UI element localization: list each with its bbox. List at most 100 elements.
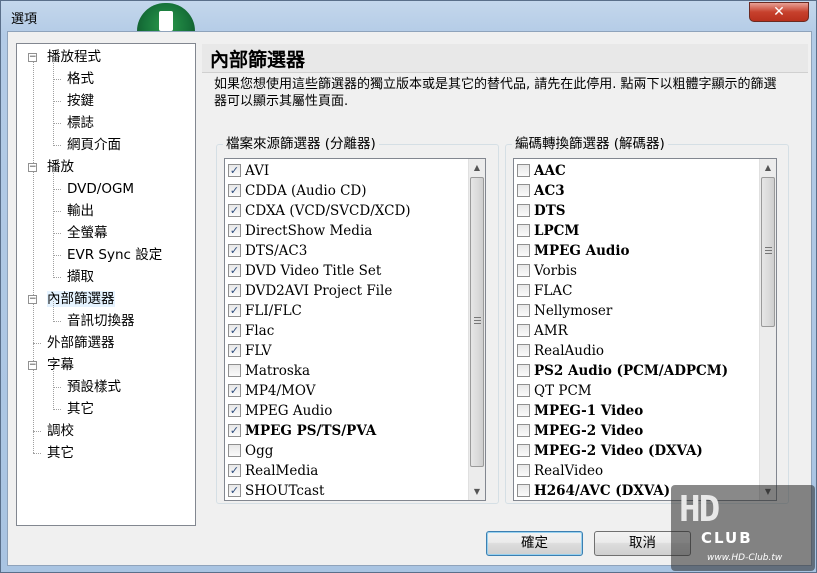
collapse-toggle-icon[interactable]: − bbox=[28, 163, 37, 172]
ok-button[interactable]: 確定 bbox=[486, 531, 583, 556]
filter-list-item[interactable]: ✓ SHOUTcast bbox=[225, 481, 465, 500]
filter-list-item[interactable]: MPEG-2 Video bbox=[514, 421, 754, 441]
checkbox-checked-icon[interactable]: ✓ bbox=[228, 424, 241, 437]
filter-list-item[interactable]: ✓ CDDA (Audio CD) bbox=[225, 181, 465, 201]
checkbox-unchecked-icon[interactable] bbox=[517, 324, 530, 337]
checkbox-unchecked-icon[interactable] bbox=[517, 464, 530, 477]
options-tree[interactable]: 播放程式 − 格式 按鍵 標誌 網頁介面 播放 − DVD/OGM 輸出 全螢幕 EVR Sync 設… bbox=[16, 43, 196, 526]
scroll-thumb[interactable] bbox=[470, 177, 484, 467]
checkbox-unchecked-icon[interactable] bbox=[517, 284, 530, 297]
filter-list-item[interactable]: Nellymoser bbox=[514, 301, 754, 321]
tree-item[interactable]: DVD/OGM bbox=[67, 179, 134, 199]
filter-list-item[interactable]: ✓ CDXA (VCD/SVCD/XCD) bbox=[225, 201, 465, 221]
filter-list-item[interactable]: ✓ DTS/AC3 bbox=[225, 241, 465, 261]
filter-list-item[interactable]: ✓ FLI/FLC bbox=[225, 301, 465, 321]
tree-item[interactable]: 其它 bbox=[47, 443, 74, 463]
filter-list-item[interactable]: Vorbis bbox=[514, 261, 754, 281]
scroll-up-arrow-icon[interactable]: ▲ bbox=[760, 159, 776, 176]
tree-item[interactable]: 格式 bbox=[67, 69, 94, 89]
filter-list-item[interactable]: MPEG-1 Video bbox=[514, 401, 754, 421]
checkbox-unchecked-icon[interactable] bbox=[517, 164, 530, 177]
filter-list-item[interactable]: PS2 Audio (PCM/ADPCM) bbox=[514, 361, 754, 381]
source-filters-list[interactable]: ✓ SHOUTcast ✓ RealMedia Ogg ✓ MPEG PS/TS/PVA ✓ M… bbox=[224, 158, 486, 501]
tree-item[interactable]: 標誌 bbox=[67, 113, 94, 133]
checkbox-checked-icon[interactable]: ✓ bbox=[228, 244, 241, 257]
filter-list-item[interactable]: DTS bbox=[514, 201, 754, 221]
tree-item[interactable]: 擷取 bbox=[67, 267, 94, 287]
filter-list-item[interactable]: ✓ MP4/MOV bbox=[225, 381, 465, 401]
close-button[interactable]: ✕ bbox=[749, 2, 809, 22]
scroll-down-arrow-icon[interactable]: ▼ bbox=[469, 483, 485, 500]
checkbox-checked-icon[interactable]: ✓ bbox=[228, 224, 241, 237]
tree-item[interactable]: 全螢幕 bbox=[67, 223, 108, 243]
transform-filters-list[interactable]: H264/AVC (DXVA) RealVideo MPEG-2 Video (DX… bbox=[513, 158, 777, 501]
checkbox-unchecked-icon[interactable] bbox=[517, 404, 530, 417]
filter-list-item[interactable]: QT PCM bbox=[514, 381, 754, 401]
collapse-toggle-icon[interactable]: − bbox=[28, 53, 37, 62]
filter-list-item[interactable]: ✓ DirectShow Media bbox=[225, 221, 465, 241]
filter-list-item[interactable]: ✓ DVD Video Title Set bbox=[225, 261, 465, 281]
filter-list-item[interactable]: AAC bbox=[514, 161, 754, 181]
checkbox-unchecked-icon[interactable] bbox=[517, 364, 530, 377]
checkbox-unchecked-icon[interactable] bbox=[517, 224, 530, 237]
checkbox-unchecked-icon[interactable] bbox=[517, 264, 530, 277]
collapse-toggle-icon[interactable]: − bbox=[28, 295, 37, 304]
filter-list-item[interactable]: ✓ AVI bbox=[225, 161, 465, 181]
checkbox-checked-icon[interactable]: ✓ bbox=[228, 284, 241, 297]
checkbox-checked-icon[interactable]: ✓ bbox=[228, 164, 241, 177]
tree-item[interactable]: 字幕 bbox=[47, 355, 74, 375]
source-list-scrollbar[interactable]: ▲ ▼ bbox=[468, 159, 485, 500]
tree-item[interactable]: 網頁介面 bbox=[67, 135, 121, 155]
filter-list-item[interactable]: AC3 bbox=[514, 181, 754, 201]
filter-list-item[interactable]: ✓ MPEG PS/TS/PVA bbox=[225, 421, 465, 441]
tree-item[interactable]: 外部篩選器 bbox=[47, 333, 115, 353]
filter-list-item[interactable]: ✓ DVD2AVI Project File bbox=[225, 281, 465, 301]
checkbox-checked-icon[interactable]: ✓ bbox=[228, 384, 241, 397]
tree-item[interactable]: 預設樣式 bbox=[67, 377, 121, 397]
filter-list-item[interactable]: AMR bbox=[514, 321, 754, 341]
checkbox-unchecked-icon[interactable] bbox=[517, 304, 530, 317]
checkbox-unchecked-icon[interactable] bbox=[517, 484, 530, 497]
filter-list-item[interactable]: MPEG Audio bbox=[514, 241, 754, 261]
checkbox-unchecked-icon[interactable] bbox=[517, 204, 530, 217]
filter-list-item[interactable]: Matroska bbox=[225, 361, 465, 381]
tree-item[interactable]: 播放 bbox=[47, 157, 74, 177]
checkbox-checked-icon[interactable]: ✓ bbox=[228, 484, 241, 497]
filter-list-item[interactable]: Ogg bbox=[225, 441, 465, 461]
tree-item[interactable]: 其它 bbox=[67, 399, 94, 419]
filter-list-item[interactable]: LPCM bbox=[514, 221, 754, 241]
transform-list-scrollbar[interactable]: ▲ ▼ bbox=[759, 159, 776, 500]
filter-list-item[interactable]: ✓ FLV bbox=[225, 341, 465, 361]
tree-item[interactable]: 內部篩選器 bbox=[47, 289, 115, 309]
checkbox-checked-icon[interactable]: ✓ bbox=[228, 304, 241, 317]
checkbox-unchecked-icon[interactable] bbox=[228, 364, 241, 377]
checkbox-checked-icon[interactable]: ✓ bbox=[228, 344, 241, 357]
checkbox-checked-icon[interactable]: ✓ bbox=[228, 464, 241, 477]
checkbox-checked-icon[interactable]: ✓ bbox=[228, 184, 241, 197]
tree-item[interactable]: 按鍵 bbox=[67, 91, 94, 111]
checkbox-unchecked-icon[interactable] bbox=[517, 444, 530, 457]
scroll-thumb[interactable] bbox=[761, 177, 775, 327]
tree-item[interactable]: 輸出 bbox=[67, 201, 94, 221]
filter-list-item[interactable]: RealVideo bbox=[514, 461, 754, 481]
checkbox-checked-icon[interactable]: ✓ bbox=[228, 324, 241, 337]
checkbox-unchecked-icon[interactable] bbox=[228, 444, 241, 457]
checkbox-unchecked-icon[interactable] bbox=[517, 424, 530, 437]
checkbox-unchecked-icon[interactable] bbox=[517, 244, 530, 257]
checkbox-checked-icon[interactable]: ✓ bbox=[228, 264, 241, 277]
tree-item[interactable]: 調校 bbox=[47, 421, 74, 441]
scroll-up-arrow-icon[interactable]: ▲ bbox=[469, 159, 485, 176]
checkbox-checked-icon[interactable]: ✓ bbox=[228, 204, 241, 217]
checkbox-checked-icon[interactable]: ✓ bbox=[228, 404, 241, 417]
checkbox-unchecked-icon[interactable] bbox=[517, 384, 530, 397]
tree-item[interactable]: 音訊切換器 bbox=[67, 311, 135, 331]
filter-list-item[interactable]: ✓ MPEG Audio bbox=[225, 401, 465, 421]
filter-list-item[interactable]: MPEG-2 Video (DXVA) bbox=[514, 441, 754, 461]
filter-list-item[interactable]: FLAC bbox=[514, 281, 754, 301]
filter-list-item[interactable]: RealAudio bbox=[514, 341, 754, 361]
filter-list-item[interactable]: ✓ RealMedia bbox=[225, 461, 465, 481]
tree-item[interactable]: 播放程式 bbox=[47, 47, 101, 67]
checkbox-unchecked-icon[interactable] bbox=[517, 344, 530, 357]
tree-item[interactable]: EVR Sync 設定 bbox=[67, 245, 162, 265]
collapse-toggle-icon[interactable]: − bbox=[28, 361, 37, 370]
